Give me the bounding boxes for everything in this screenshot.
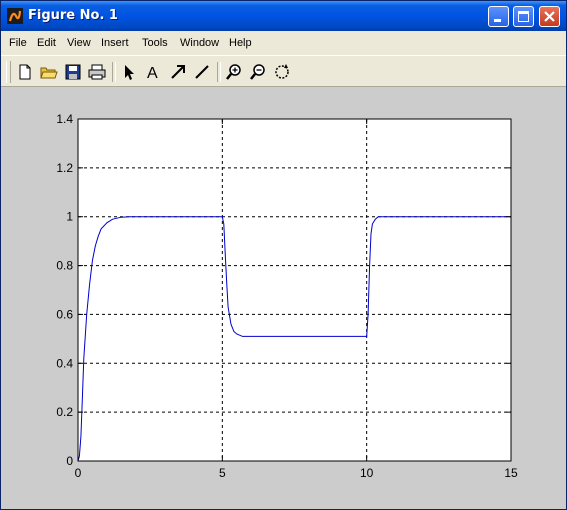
toolbar-grip[interactable] (6, 61, 11, 83)
new-file-icon (19, 64, 31, 80)
maximize-button[interactable] (513, 6, 534, 27)
figure-canvas: 0 5 10 15 0 0.2 0.4 0.6 0.8 1 1.2 1.4 (1, 87, 566, 509)
insert-line-button[interactable] (193, 63, 211, 81)
menu-insert[interactable]: Insert (101, 37, 129, 49)
axes-background[interactable] (78, 119, 511, 461)
menu-bar: File Edit View Insert Tools Window Help (1, 32, 566, 54)
y-tick-label: 0 (66, 454, 73, 468)
zoom-in-button[interactable] (225, 63, 243, 81)
menu-view[interactable]: View (67, 37, 91, 49)
figure-window: Figure No. 1 File Edit View Insert Tools… (0, 0, 567, 510)
maximize-icon (518, 11, 529, 22)
open-folder-icon (40, 67, 58, 79)
menu-edit[interactable]: Edit (37, 37, 56, 49)
save-icon (65, 64, 81, 80)
menu-help[interactable]: Help (229, 37, 252, 49)
print-button[interactable] (88, 63, 106, 81)
insert-text-button[interactable]: A (145, 63, 163, 81)
toolbar: A (1, 55, 566, 87)
minimize-button[interactable] (488, 6, 509, 27)
x-tick-label: 0 (75, 466, 82, 480)
y-tick-label: 0.8 (56, 259, 73, 273)
toolbar-separator (217, 62, 221, 82)
x-tick-label: 10 (360, 466, 374, 480)
arrow-select-icon (125, 65, 134, 80)
menu-window[interactable]: Window (180, 37, 219, 49)
toolbar-separator (112, 62, 116, 82)
x-tick-label: 5 (219, 466, 226, 480)
x-tick-label: 15 (504, 466, 518, 480)
insert-arrow-icon (171, 65, 185, 79)
close-button[interactable] (539, 6, 560, 27)
y-tick-label: 0.2 (56, 405, 73, 419)
zoom-out-icon (250, 64, 265, 80)
rotate-button[interactable] (273, 63, 291, 81)
zoom-in-icon (226, 64, 241, 80)
plot-svg[interactable]: 0 5 10 15 0 0.2 0.4 0.6 0.8 1 1.2 1.4 (1, 87, 566, 509)
insert-arrow-button[interactable] (169, 63, 187, 81)
y-tick-label: 1.4 (56, 112, 73, 126)
matlab-app-icon (7, 8, 23, 24)
select-button[interactable] (120, 63, 138, 81)
save-button[interactable] (64, 63, 82, 81)
y-tick-label: 1.2 (56, 161, 73, 175)
menu-tools[interactable]: Tools (142, 37, 168, 49)
y-tick-label: 0.4 (56, 356, 73, 370)
insert-line-icon (195, 65, 209, 79)
rotate-icon (275, 64, 289, 79)
print-icon (88, 64, 106, 80)
close-icon (544, 11, 555, 22)
title-bar[interactable]: Figure No. 1 (1, 1, 566, 31)
insert-text-icon: A (147, 65, 158, 81)
y-tick-label: 1 (66, 210, 73, 224)
y-tick-label: 0.6 (56, 307, 73, 321)
svg-text:A: A (147, 65, 158, 81)
zoom-out-button[interactable] (249, 63, 267, 81)
menu-file[interactable]: File (9, 37, 27, 49)
new-file-button[interactable] (16, 63, 34, 81)
window-title: Figure No. 1 (28, 8, 118, 23)
open-file-button[interactable] (40, 63, 58, 81)
minimize-icon (494, 19, 501, 22)
